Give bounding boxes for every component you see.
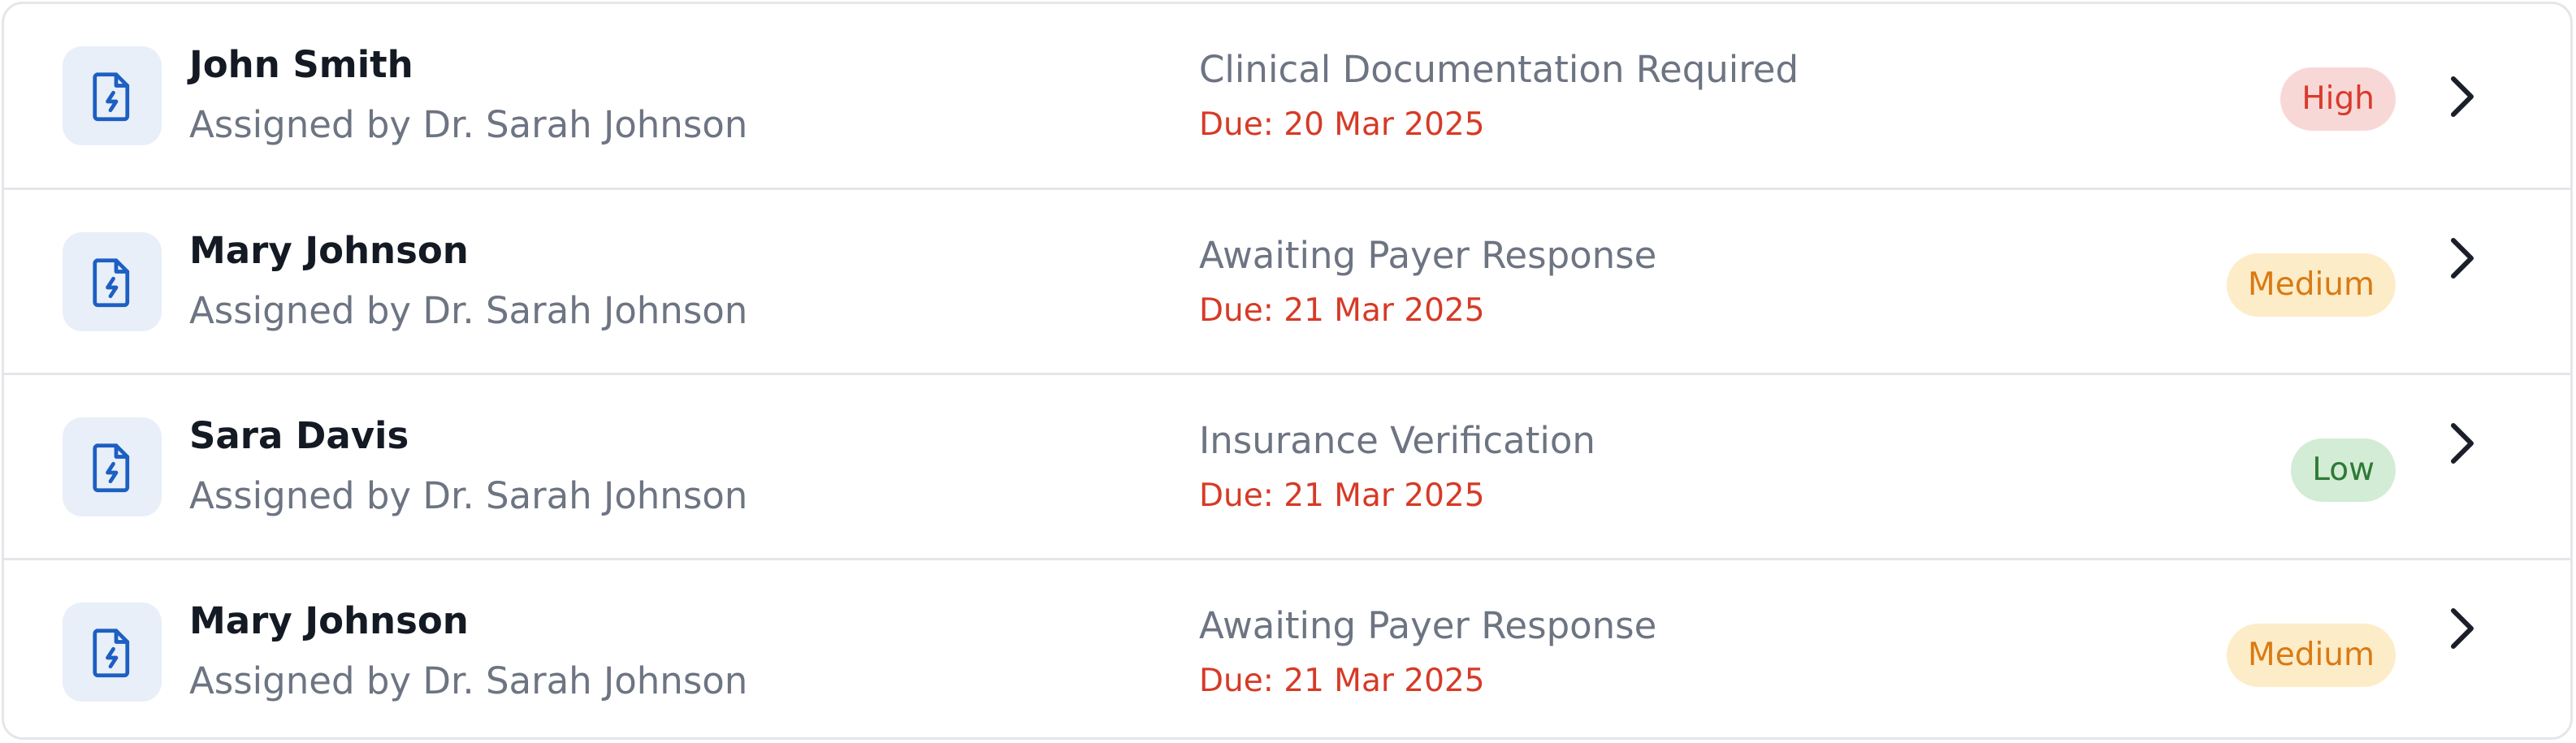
task-status: Clinical Documentation Required	[1199, 48, 1799, 91]
due-date: Due: 21 Mar 2025	[1199, 477, 1485, 514]
priority-badge: Medium	[2227, 253, 2396, 317]
task-status: Awaiting Payer Response	[1199, 234, 1657, 277]
patient-name: Mary Johnson	[189, 599, 469, 642]
chevron-right-icon[interactable]	[2444, 74, 2479, 119]
due-date: Due: 20 Mar 2025	[1199, 106, 1485, 143]
task-status: Awaiting Payer Response	[1199, 604, 1657, 647]
patient-name: Mary Johnson	[189, 229, 469, 272]
due-date: Due: 21 Mar 2025	[1199, 663, 1485, 699]
patient-name: Sara Davis	[189, 414, 409, 457]
task-status: Insurance Verification	[1199, 419, 1595, 462]
task-row[interactable]: Mary Johnson Assigned by Dr. Sarah Johns…	[4, 558, 2570, 737]
assigned-by: Assigned by Dr. Sarah Johnson	[189, 103, 748, 146]
assigned-by: Assigned by Dr. Sarah Johnson	[189, 289, 748, 332]
due-date: Due: 21 Mar 2025	[1199, 292, 1485, 329]
priority-badge: Low	[2291, 438, 2396, 502]
task-row[interactable]: Mary Johnson Assigned by Dr. Sarah Johns…	[4, 188, 2570, 375]
assigned-by: Assigned by Dr. Sarah Johnson	[189, 659, 748, 702]
priority-badge: Medium	[2227, 624, 2396, 687]
task-list: John Smith Assigned by Dr. Sarah Johnson…	[2, 2, 2573, 740]
chevron-right-icon[interactable]	[2444, 421, 2479, 466]
patient-name: John Smith	[189, 43, 413, 86]
assigned-by: Assigned by Dr. Sarah Johnson	[189, 474, 748, 517]
task-row[interactable]: Sara Davis Assigned by Dr. Sarah Johnson…	[4, 373, 2570, 560]
task-row[interactable]: John Smith Assigned by Dr. Sarah Johnson…	[4, 4, 2570, 188]
chevron-right-icon[interactable]	[2444, 606, 2479, 651]
chevron-right-icon[interactable]	[2444, 235, 2479, 281]
file-bolt-icon	[63, 46, 162, 145]
file-bolt-icon	[63, 417, 162, 516]
priority-badge: High	[2280, 67, 2396, 131]
file-bolt-icon	[63, 232, 162, 331]
file-bolt-icon	[63, 603, 162, 702]
